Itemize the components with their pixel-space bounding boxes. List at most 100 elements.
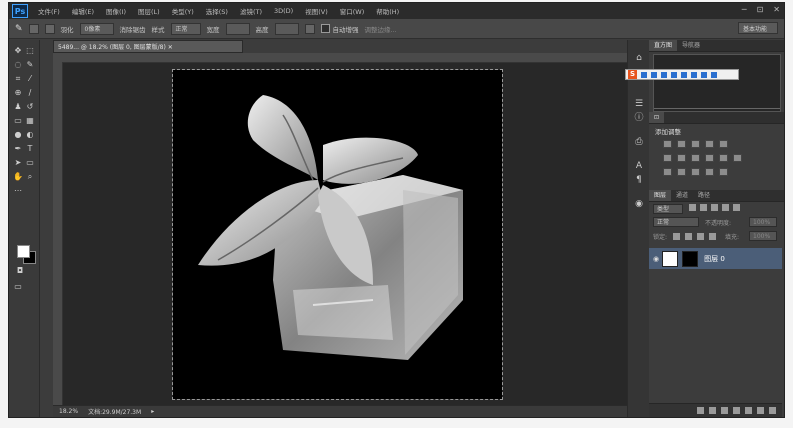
pixel-filter-icon[interactable]	[689, 204, 696, 211]
gradient-tool-icon[interactable]: ▦	[25, 116, 35, 126]
ime-punct-icon[interactable]	[651, 71, 657, 78]
photo-filter-icon[interactable]	[705, 154, 714, 162]
smart-filter-icon[interactable]	[733, 204, 740, 211]
layer-thumbnail[interactable]	[662, 250, 679, 267]
lock-position-icon[interactable]	[697, 233, 704, 240]
document-size[interactable]: 文档:29.9M/27.3M	[88, 407, 141, 416]
brush-size-icon[interactable]	[304, 23, 315, 34]
tab-histogram[interactable]: 直方图	[649, 40, 678, 51]
adjustment-filter-icon[interactable]	[700, 204, 707, 211]
levels-adjust-icon[interactable]	[677, 140, 686, 148]
eyedropper-tool-icon[interactable]: ⁄	[25, 74, 35, 84]
move-tool-icon[interactable]: ✥	[13, 46, 23, 56]
lock-transparent-icon[interactable]	[673, 233, 680, 240]
refine-edge-button[interactable]: 调整边缘...	[365, 24, 397, 34]
minimize-button[interactable]: ─	[742, 5, 747, 14]
menu-edit[interactable]: 编辑(E)	[66, 6, 100, 16]
zoom-tool-icon[interactable]: ⌕	[25, 172, 35, 182]
channel-mixer-icon[interactable]	[719, 154, 728, 162]
maximize-button[interactable]: ⊡	[757, 5, 764, 14]
hue-adjust-icon[interactable]	[663, 154, 672, 162]
type-filter-icon[interactable]	[711, 204, 718, 211]
history-icon[interactable]: ⌂	[633, 52, 645, 64]
menu-help[interactable]: 帮助(H)	[370, 6, 405, 16]
quick-selection-tool-icon[interactable]: ✎	[25, 60, 35, 70]
width-input[interactable]	[225, 22, 250, 35]
link-layers-icon[interactable]	[697, 407, 704, 414]
close-button[interactable]: ✕	[773, 5, 780, 14]
layer-mask-thumbnail[interactable]	[682, 250, 699, 267]
black-white-icon[interactable]	[691, 154, 700, 162]
blur-tool-icon[interactable]: ●	[13, 130, 23, 140]
ime-mode-icon[interactable]	[641, 71, 647, 78]
blend-mode-select[interactable]: 正常	[653, 217, 699, 227]
sogou-logo[interactable]: S	[628, 70, 637, 79]
ime-emoji-icon[interactable]	[661, 71, 667, 78]
ime-skin-icon[interactable]	[691, 71, 697, 78]
lasso-tool-icon[interactable]: ◌	[13, 60, 23, 70]
tab-layers[interactable]: 图层	[649, 190, 672, 201]
curves-adjust-icon[interactable]	[691, 140, 700, 148]
new-group-icon[interactable]	[745, 407, 752, 414]
menu-view[interactable]: 视图(V)	[299, 6, 334, 16]
delete-layer-icon[interactable]	[769, 407, 776, 414]
ime-settings-icon[interactable]	[711, 71, 717, 78]
tab-channels[interactable]: 通道	[671, 190, 693, 201]
antialias-label[interactable]: 消除锯齿	[120, 24, 146, 34]
visibility-eye-icon[interactable]: ◉	[653, 255, 659, 263]
new-adjustment-icon[interactable]	[733, 407, 740, 414]
lock-all-icon[interactable]	[709, 233, 716, 240]
fill-input[interactable]: 100%	[749, 231, 777, 241]
threshold-icon[interactable]	[691, 168, 700, 176]
gradient-map-icon[interactable]	[705, 168, 714, 176]
status-arrow-icon[interactable]: ▸	[151, 408, 154, 415]
character-icon[interactable]: A	[633, 160, 645, 172]
more-tools-icon[interactable]: ⋯	[13, 186, 23, 196]
menu-file[interactable]: 文件(F)	[32, 6, 66, 16]
document-tab[interactable]: 5489... @ 18.2% (图层 0, 图层蒙版/8) ✕	[53, 40, 243, 53]
menu-type[interactable]: 类型(Y)	[166, 6, 200, 16]
add-selection-icon[interactable]	[44, 23, 55, 34]
menu-layer[interactable]: 图层(L)	[132, 6, 166, 16]
menu-select[interactable]: 选择(S)	[200, 6, 234, 16]
quick-mask-icon[interactable]: ◘	[15, 266, 25, 276]
auto-enhance-checkbox[interactable]: 自动增强	[320, 24, 359, 34]
add-mask-icon[interactable]	[721, 407, 728, 414]
selective-color-icon[interactable]	[719, 168, 728, 176]
ime-tools-icon[interactable]	[701, 71, 707, 78]
menu-filter[interactable]: 滤镜(T)	[234, 6, 268, 16]
paragraph-icon[interactable]: ¶	[633, 174, 645, 186]
properties-icon[interactable]: ☰	[633, 98, 645, 110]
layer-style-icon[interactable]	[709, 407, 716, 414]
path-selection-icon[interactable]: ➤	[13, 158, 23, 168]
shape-tool-icon[interactable]: ▭	[25, 158, 35, 168]
dodge-tool-icon[interactable]: ◐	[25, 130, 35, 140]
eraser-tool-icon[interactable]: ▭	[13, 116, 23, 126]
healing-brush-icon[interactable]: ⊕	[13, 88, 23, 98]
lock-pixels-icon[interactable]	[685, 233, 692, 240]
clone-stamp-icon[interactable]: ♟	[13, 102, 23, 112]
tab-navigator[interactable]: 导航器	[677, 40, 705, 51]
layer-row[interactable]: ◉ 图层 0	[649, 248, 782, 269]
canvas[interactable]	[172, 69, 503, 400]
opacity-input[interactable]: 100%	[749, 217, 777, 227]
zoom-level[interactable]: 18.2%	[59, 408, 78, 415]
brightness-adjust-icon[interactable]	[663, 140, 672, 148]
ime-keyboard-icon[interactable]	[681, 71, 687, 78]
crop-tool-icon[interactable]: ⌗	[13, 74, 23, 84]
foreground-color-swatch[interactable]	[17, 245, 30, 258]
exposure-adjust-icon[interactable]	[705, 140, 714, 148]
info-icon[interactable]: ⓘ	[633, 112, 645, 124]
color-lookup-icon[interactable]	[733, 154, 742, 162]
hand-tool-icon[interactable]: ✋	[13, 172, 23, 182]
marquee-tool-icon[interactable]: ⬚	[25, 46, 35, 56]
type-tool-icon[interactable]: T	[25, 144, 35, 154]
pen-tool-icon[interactable]: ✒	[13, 144, 23, 154]
tab-paths[interactable]: 路径	[693, 190, 715, 201]
menu-3d[interactable]: 3D(D)	[268, 7, 299, 15]
brush-preset-icon[interactable]: ⎙	[633, 136, 645, 148]
quick-selection-tool-icon[interactable]: ✎	[15, 24, 23, 34]
posterize-icon[interactable]	[677, 168, 686, 176]
color-balance-icon[interactable]	[677, 154, 686, 162]
layer-kind-filter[interactable]: 类型	[653, 204, 683, 214]
